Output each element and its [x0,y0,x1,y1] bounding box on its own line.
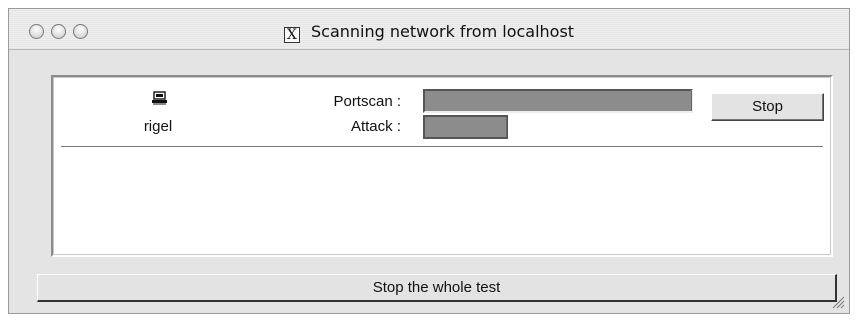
computer-icon [152,91,167,105]
portscan-progress-bar [423,89,693,113]
window-title: Scanning network from localhost [311,22,575,41]
attack-progress-fill [425,117,507,137]
resize-grip-icon[interactable] [831,295,845,309]
stop-button[interactable]: Stop [711,93,824,121]
window-titlebar[interactable]: X Scanning network from localhost [9,9,849,50]
panel-divider [61,146,823,148]
scan-panel: rigel Portscan : Attack : Stop [51,75,833,257]
host-name: rigel [143,118,173,135]
scan-window: X Scanning network from localhost rigel … [8,8,850,314]
stop-whole-test-button[interactable]: Stop the whole test [37,274,837,302]
window-title-area: X Scanning network from localhost [9,23,849,43]
attack-progress-bar [423,115,508,139]
portscan-label: Portscan : [333,93,401,110]
x11-icon: X [283,27,300,43]
portscan-progress-fill [425,91,692,111]
attack-label: Attack : [350,118,401,135]
